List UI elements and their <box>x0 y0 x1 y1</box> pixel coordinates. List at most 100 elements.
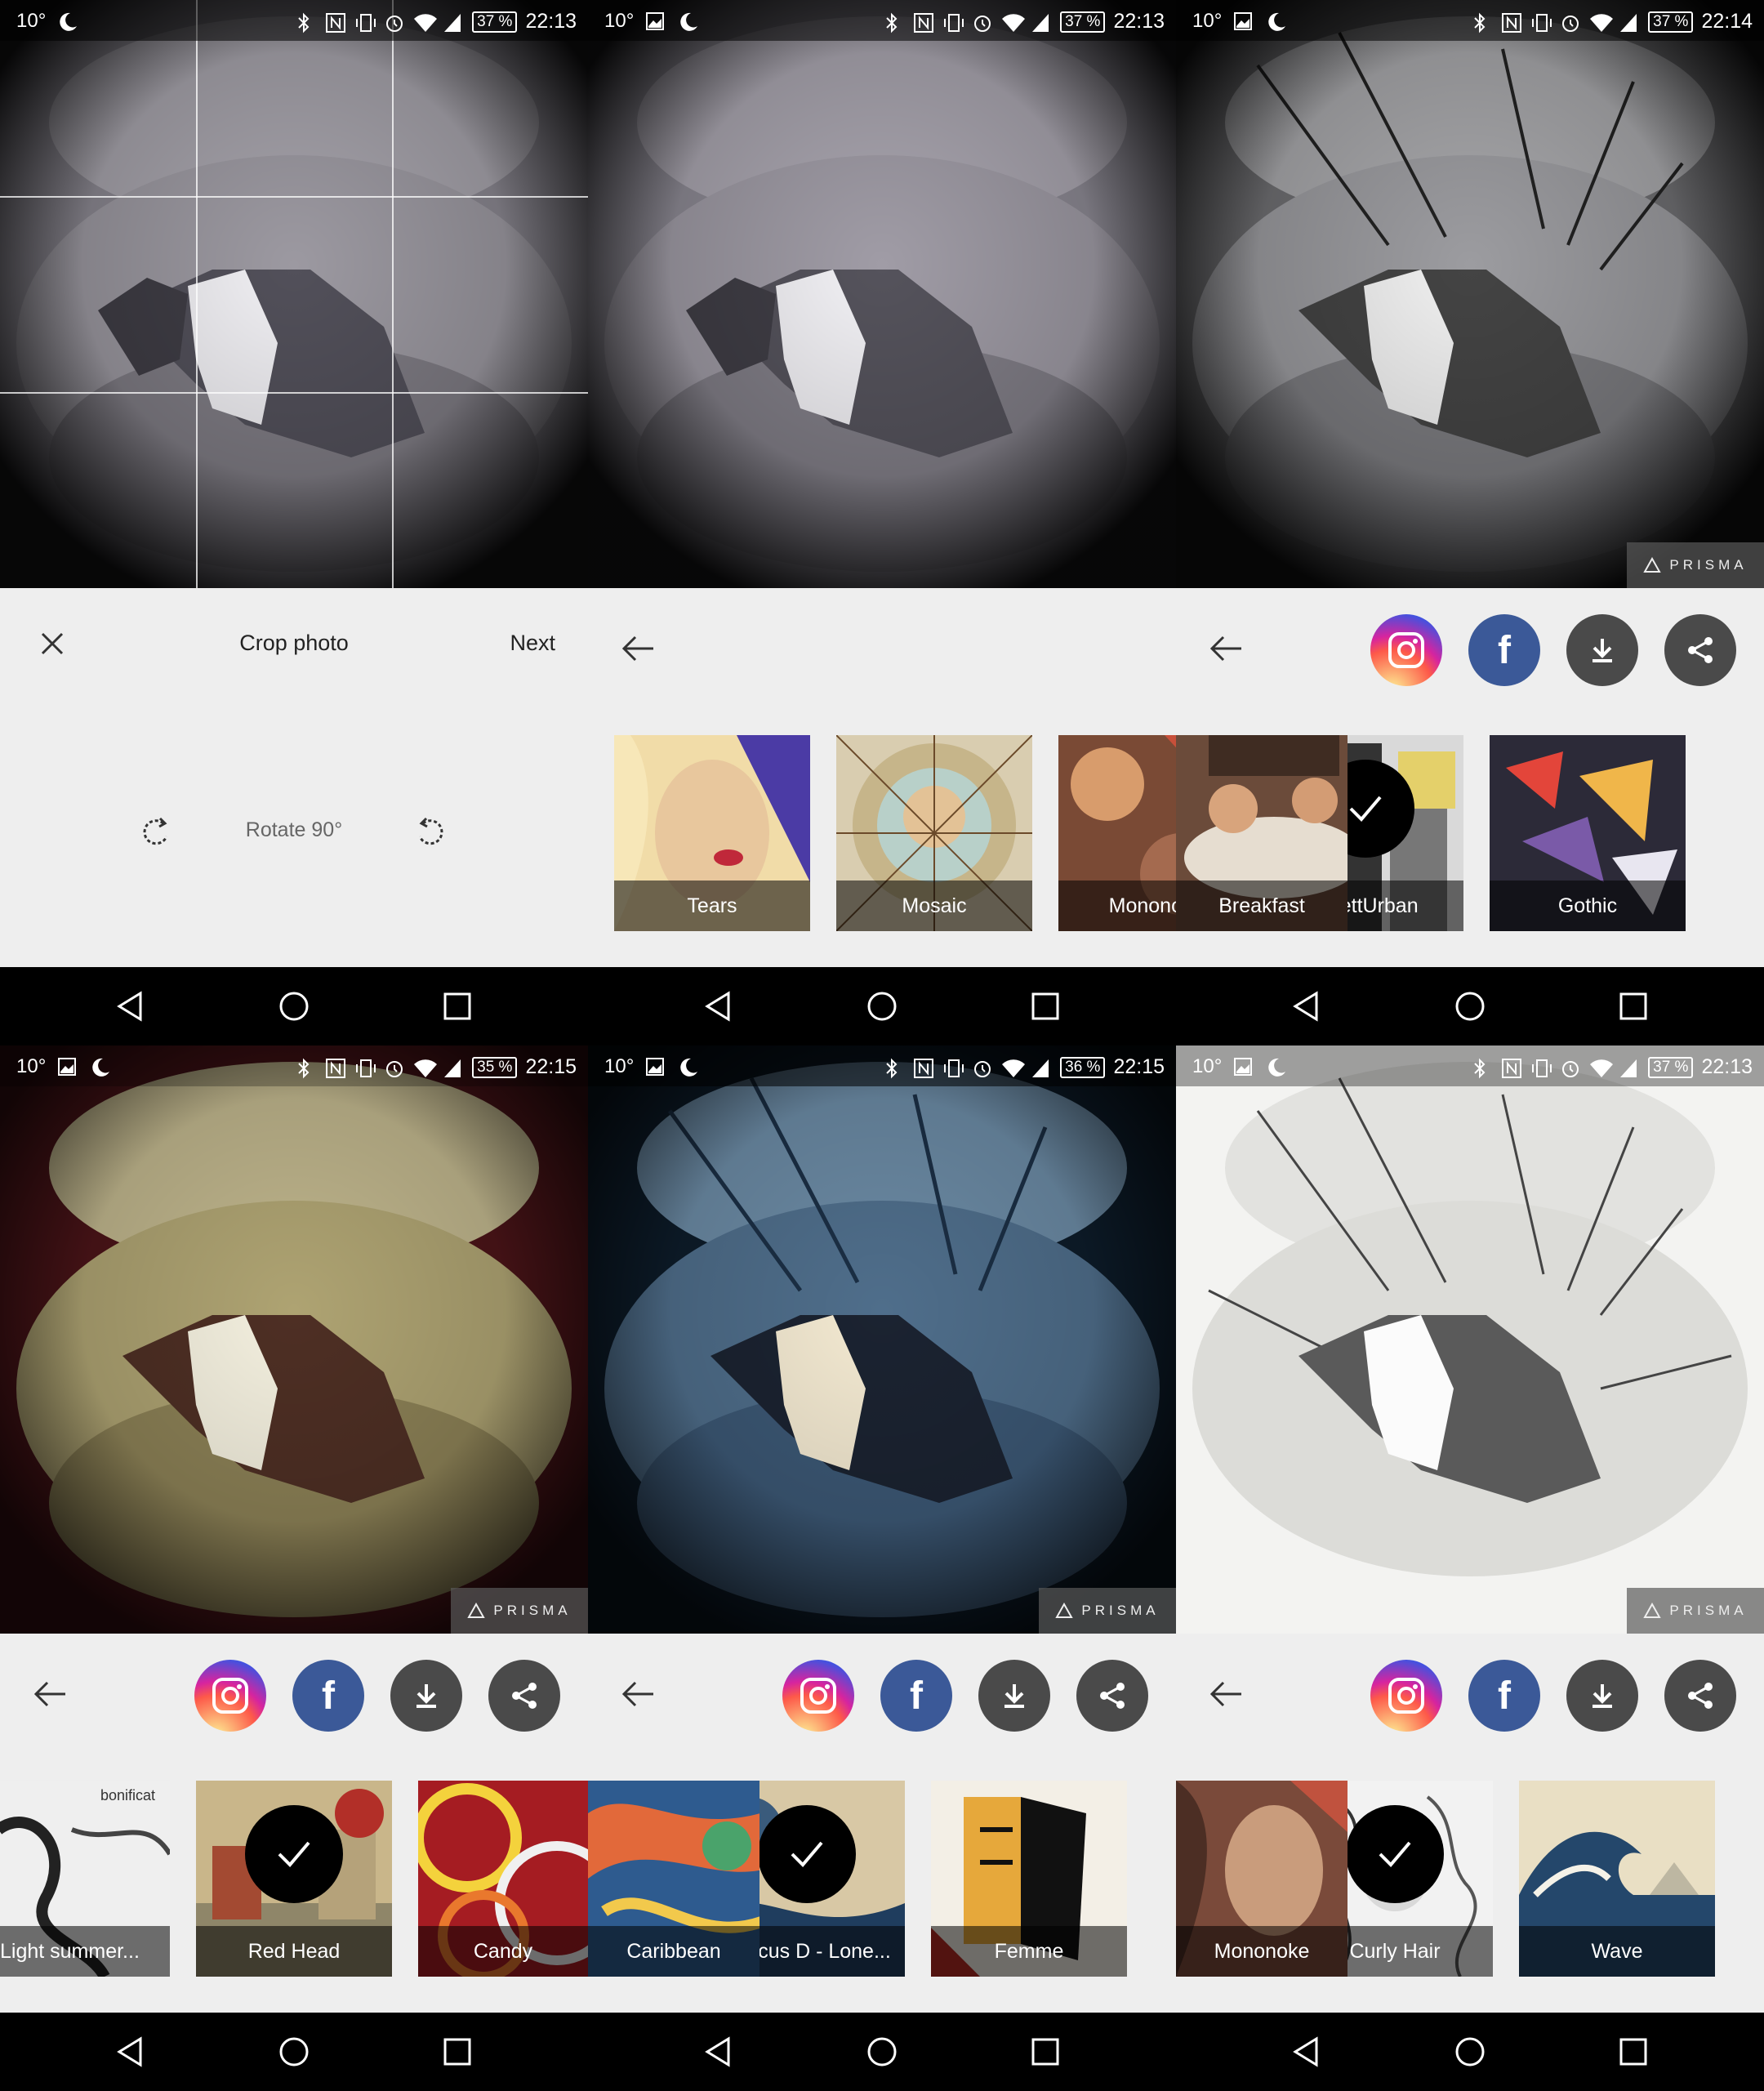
temperature: 10° <box>16 10 47 32</box>
arrow-left-icon <box>621 1681 653 1707</box>
battery-level: 37 % <box>1060 11 1106 33</box>
filter-label: Gothic <box>1490 881 1686 931</box>
crop-grid-line <box>0 392 588 394</box>
download-button[interactable] <box>978 1660 1050 1732</box>
selected-check <box>245 1805 343 1903</box>
checkmark-icon <box>1349 796 1382 822</box>
wifi-icon <box>1589 1058 1614 1077</box>
alarm-icon <box>972 1058 993 1077</box>
status-bar: 10° 36 % 22:15 <box>588 1046 1176 1086</box>
back-nav-icon[interactable] <box>114 2035 147 2068</box>
back-nav-icon[interactable] <box>114 990 147 1023</box>
back-button[interactable] <box>617 1676 658 1712</box>
cat-photo: PRISMA <box>1176 1046 1764 1634</box>
rotate-right-button[interactable] <box>412 815 448 851</box>
temperature: 10° <box>1192 1055 1223 1077</box>
bluetooth-icon <box>884 12 905 33</box>
vibrate-icon <box>354 12 376 32</box>
nav-bar <box>588 967 1176 1046</box>
home-nav-icon[interactable] <box>866 2035 898 2068</box>
clock: 22:13 <box>1113 10 1165 33</box>
back-nav-icon[interactable] <box>702 990 735 1023</box>
recents-nav-icon[interactable] <box>1617 990 1650 1023</box>
back-button[interactable] <box>617 631 658 667</box>
share-icon <box>1688 1683 1713 1709</box>
rotate-label: Rotate 90° <box>245 818 343 841</box>
status-bar: 10° 37 % 22:13 <box>588 0 1176 41</box>
facebook-button[interactable]: f <box>880 1660 952 1732</box>
wifi-icon <box>1001 1058 1026 1077</box>
cat-photo: PRISMA <box>0 1046 588 1634</box>
recents-nav-icon[interactable] <box>1029 990 1062 1023</box>
share-button[interactable] <box>488 1660 560 1732</box>
filter-tile[interactable]: Mononoke <box>1176 1781 1348 1977</box>
battery-level: 37 % <box>1648 11 1694 33</box>
back-button[interactable] <box>1205 1676 1246 1712</box>
share-buttons: f <box>1370 614 1736 686</box>
recents-nav-icon[interactable] <box>1617 2035 1650 2068</box>
home-nav-icon[interactable] <box>866 990 898 1023</box>
moon-icon <box>1266 11 1287 31</box>
back-nav-icon[interactable] <box>702 2035 735 2068</box>
back-button[interactable] <box>1205 631 1246 667</box>
instagram-button[interactable] <box>782 1660 854 1732</box>
arrow-left-icon <box>1209 1681 1241 1707</box>
home-nav-icon[interactable] <box>1454 2035 1486 2068</box>
share-button[interactable] <box>1076 1660 1148 1732</box>
filter-tile[interactable]: Wave <box>1519 1781 1715 1977</box>
rotate-controls: Rotate 90° <box>0 809 588 858</box>
filter-tile[interactable]: Caribbean <box>588 1781 760 1977</box>
download-button[interactable] <box>390 1660 462 1732</box>
download-button[interactable] <box>1566 1660 1638 1732</box>
instagram-button[interactable] <box>1370 614 1442 686</box>
status-bar: 10° 37 % 22:14 <box>1176 0 1764 41</box>
facebook-button[interactable]: f <box>292 1660 364 1732</box>
share-button[interactable] <box>1664 1660 1736 1732</box>
filter-tile[interactable]: Tears <box>614 735 810 931</box>
nfc-icon <box>1501 1058 1522 1078</box>
filter-tile-selected[interactable]: Red Head <box>196 1781 392 1977</box>
back-button[interactable] <box>29 1676 70 1712</box>
filter-tile[interactable]: Gothic <box>1490 735 1686 931</box>
facebook-button[interactable]: f <box>1468 614 1540 686</box>
download-button[interactable] <box>1566 614 1638 686</box>
filter-label: Wave <box>1519 1926 1715 1977</box>
status-bar: 10° 37 % 22:13 <box>0 0 588 41</box>
instagram-button[interactable] <box>194 1660 266 1732</box>
filter-tile[interactable]: Candy <box>418 1781 588 1977</box>
home-nav-icon[interactable] <box>278 2035 310 2068</box>
recents-nav-icon[interactable] <box>441 990 474 1023</box>
gallery-icon <box>645 1057 666 1077</box>
filter-tile[interactable]: Breakfast <box>1176 735 1348 931</box>
clock: 22:15 <box>1113 1055 1165 1078</box>
home-nav-icon[interactable] <box>1454 990 1486 1023</box>
filter-tile[interactable]: Mononoke <box>1058 735 1176 931</box>
home-nav-icon[interactable] <box>278 990 310 1023</box>
clock: 22:14 <box>1701 10 1753 33</box>
next-button[interactable]: Next <box>510 631 555 656</box>
recents-nav-icon[interactable] <box>441 2035 474 2068</box>
filter-label: Breakfast <box>1176 881 1348 931</box>
wifi-icon <box>1001 12 1026 32</box>
recents-nav-icon[interactable] <box>1029 2035 1062 2068</box>
alarm-icon <box>384 1058 405 1077</box>
back-nav-icon[interactable] <box>1290 990 1323 1023</box>
battery-level: 37 % <box>472 11 518 33</box>
prisma-watermark: PRISMA <box>1627 1588 1764 1634</box>
back-nav-icon[interactable] <box>1290 2035 1323 2068</box>
filter-tile[interactable]: Mosaic <box>836 735 1032 931</box>
download-icon <box>1592 1684 1612 1708</box>
instagram-button[interactable] <box>1370 1660 1442 1732</box>
share-button[interactable] <box>1664 614 1736 686</box>
filter-label: Candy <box>418 1926 588 1977</box>
filter-tile[interactable]: Femme <box>931 1781 1127 1977</box>
facebook-icon: f <box>1498 628 1511 672</box>
filter-label: Femme <box>931 1926 1127 1977</box>
filter-tile[interactable]: bonificat Light summer... <box>0 1781 170 1977</box>
facebook-button[interactable]: f <box>1468 1660 1540 1732</box>
temperature: 10° <box>16 1055 47 1077</box>
nfc-icon <box>913 1058 934 1078</box>
signal-icon <box>443 1058 464 1077</box>
battery-level: 35 % <box>472 1056 518 1078</box>
result-screen: PRISMA 10° 35 % 22:15 f bonificat Light … <box>0 1046 588 2091</box>
